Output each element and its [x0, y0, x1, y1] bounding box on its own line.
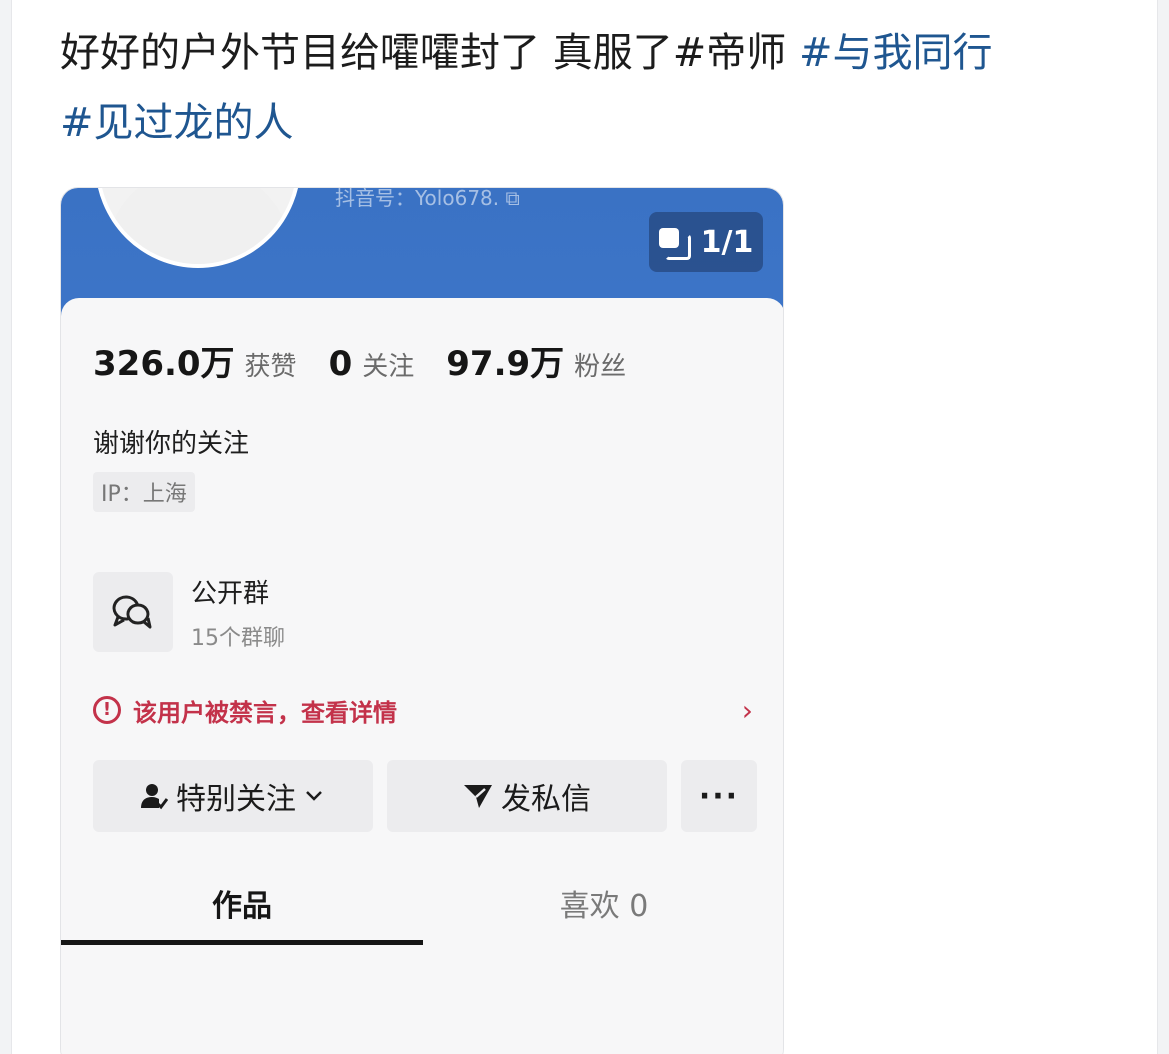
douyin-id: 抖音号：Yolo678. ⧉ [335, 187, 520, 210]
special-follow-button[interactable]: 特别关注 [93, 760, 373, 832]
hashtag-link[interactable]: #见过龙的人 [60, 100, 294, 146]
tab-likes[interactable]: 喜欢 0 [423, 858, 783, 948]
profile-stats: 326.0万 获赞 0 关注 97.9万 粉丝 [93, 336, 658, 385]
followers-label: 粉丝 [574, 352, 627, 382]
following-count: 0 [328, 344, 353, 384]
user-check-icon [141, 784, 168, 810]
following-label: 关注 [362, 352, 415, 382]
more-options-button[interactable]: ··· [681, 760, 757, 832]
tab-works[interactable]: 作品 [61, 858, 423, 948]
post-body: 好好的户外节目给嚯嚯封了 真服了#帝师 [60, 30, 799, 76]
send-icon [464, 785, 492, 808]
group-title: 公开群 [191, 578, 270, 609]
screenshot-image[interactable]: 抖音号：Yolo678. ⧉ 1/1 326.0万 获赞 0 关注 97.9万 … [60, 187, 784, 1054]
layers-icon [658, 228, 691, 260]
profile-tabs: 作品 喜欢 0 [61, 858, 783, 948]
special-follow-label: 特别关注 [176, 782, 296, 817]
ip-location-tag: IP：上海 [93, 472, 195, 512]
send-message-button[interactable]: 发私信 [387, 760, 667, 832]
bio: 谢谢你的关注 [93, 429, 250, 459]
profile-body: 326.0万 获赞 0 关注 97.9万 粉丝 谢谢你的关注 IP：上海 公开群… [61, 298, 783, 1054]
right-frame [1157, 0, 1169, 1054]
hashtag-link[interactable]: #与我同行 [799, 30, 993, 76]
action-buttons: 特别关注 发私信 ··· [93, 760, 757, 832]
likes-label: 获赞 [244, 352, 297, 382]
send-message-label: 发私信 [501, 782, 591, 817]
post-text: 好好的户外节目给嚯嚯封了 真服了#帝师 #与我同行 #见过龙的人 [60, 18, 1120, 158]
page-indicator: 1/1 [700, 224, 754, 260]
followers-count: 97.9万 [446, 344, 565, 384]
chevron-down-icon [306, 791, 322, 801]
group-count: 15个群聊 [191, 625, 285, 651]
active-tab-indicator [61, 940, 423, 945]
public-group-entry[interactable]: 公开群 15个群聊 [93, 572, 285, 652]
chevron-right-icon: › [741, 693, 753, 727]
ban-notice[interactable]: ! 该用户被禁言，查看详情 › [93, 690, 753, 730]
likes-count: 326.0万 [93, 344, 235, 384]
warning-icon: ! [93, 696, 121, 724]
chat-bubbles-icon [93, 572, 173, 652]
left-frame [0, 0, 12, 1054]
ban-notice-text: 该用户被禁言，查看详情 [133, 698, 397, 727]
page-indicator-badge: 1/1 [649, 212, 763, 272]
more-icon: ··· [698, 778, 740, 814]
avatar [95, 188, 301, 268]
